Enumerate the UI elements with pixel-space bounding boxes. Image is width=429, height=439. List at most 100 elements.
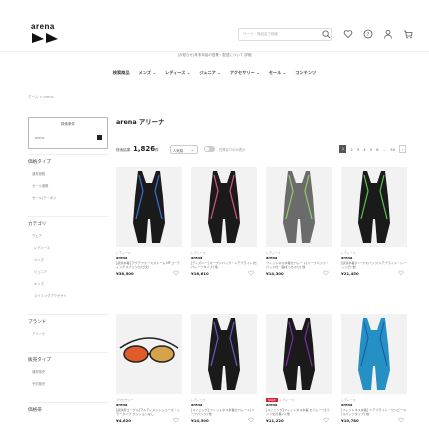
site-header: arena ワード・商品名で検索 ? bbox=[0, 0, 429, 52]
filter-option[interactable]: レディース bbox=[34, 245, 50, 250]
filter-option[interactable]: ジュニア bbox=[34, 269, 47, 274]
product-name[interactable]: [競泳水着] アクアフォースストーム MFコーティングスパッツ(ひざ丈) bbox=[116, 261, 182, 269]
product-card[interactable]: アクセサリー arena [競泳用ゴーグル]アルティメットシリーズ・ミラータイプ ク… bbox=[116, 314, 182, 423]
product-brand: arena bbox=[116, 403, 128, 407]
product-name[interactable]: フィットネス水着セパレート(ハーフパンツ・パッド付・脇ぽっちゃり) 他 bbox=[266, 261, 332, 269]
page-link[interactable]: 3 bbox=[357, 147, 359, 152]
favorite-heart-icon[interactable] bbox=[248, 270, 254, 276]
product-image-frame[interactable] bbox=[266, 167, 332, 247]
filter-option[interactable]: アリーナ bbox=[32, 331, 45, 336]
product-name[interactable]: [フィットネス水着] ニアブライト・ワンピース(スパッツタイプ) 他 bbox=[341, 408, 407, 416]
filter-option[interactable]: ウェア bbox=[32, 233, 42, 238]
page-link[interactable]: 5 bbox=[370, 147, 372, 152]
favorite-heart-icon[interactable] bbox=[323, 270, 329, 276]
product-image-frame[interactable] bbox=[116, 167, 182, 247]
cart-icon[interactable] bbox=[403, 29, 413, 39]
nav-item[interactable]: コンテンツ bbox=[295, 70, 316, 82]
product-image-frame[interactable] bbox=[116, 314, 182, 394]
product-image-frame[interactable] bbox=[191, 314, 257, 394]
page-link[interactable]: 30 bbox=[390, 147, 395, 152]
product-image bbox=[358, 318, 390, 390]
filter-section-title[interactable]: 価格タイプ bbox=[28, 159, 51, 165]
search-condition-title: 検索条件 bbox=[61, 122, 75, 126]
nav-item[interactable]: セール ⌄ bbox=[269, 70, 287, 82]
product-image bbox=[358, 171, 390, 243]
page-link: ... bbox=[382, 146, 387, 152]
favorite-heart-icon[interactable] bbox=[398, 417, 404, 423]
product-category: レディース bbox=[191, 398, 206, 402]
user-icon[interactable] bbox=[383, 29, 393, 39]
product-card[interactable]: レディース arena [競泳水着] アクアフォースストーム MFコーティングスパッ… bbox=[116, 167, 182, 276]
product-image bbox=[208, 171, 240, 243]
product-image bbox=[283, 171, 315, 243]
favorite-heart-icon[interactable] bbox=[173, 270, 179, 276]
nav-item[interactable]: レディース ⌄ bbox=[165, 70, 190, 82]
product-name[interactable]: [競泳水着]ハーフスパッツ(ニアブライト・レーシング) 他 bbox=[341, 261, 407, 269]
clear-condition-icon[interactable] bbox=[97, 135, 102, 140]
nav-item[interactable]: 検索商品 bbox=[113, 70, 130, 82]
nav-item[interactable]: アクセサリー ⌄ bbox=[230, 70, 260, 82]
search-input[interactable]: ワード・商品名で検索 bbox=[238, 28, 332, 41]
notice-banner[interactable]: [お知らせ]年末年始の営業・配送について 詳細 bbox=[0, 53, 429, 63]
product-image bbox=[208, 318, 240, 390]
product-category: レディース bbox=[266, 251, 281, 255]
sidebar-divider bbox=[28, 216, 108, 217]
product-card[interactable]: レディース arena [フィットネス水着] ニアブライト・ワンピース(スパッツタイ… bbox=[341, 314, 407, 423]
product-brand: arena bbox=[191, 256, 203, 260]
product-name[interactable]: [競泳用ゴーグル]アルティメットシリーズ・ミラータイプ クッションなし bbox=[116, 408, 182, 416]
breadcrumb[interactable]: ホーム > arena bbox=[28, 95, 54, 100]
header-icons: ? bbox=[343, 29, 413, 39]
product-brand: arena bbox=[266, 256, 278, 260]
product-category: アクセサリー bbox=[116, 398, 134, 402]
product-card[interactable]: SALE レディース arena [スイミング]フィットネス水着 セパレーツ(パンツ丈… bbox=[266, 314, 332, 423]
product-image-frame[interactable] bbox=[341, 167, 407, 247]
filter-section-title[interactable]: 価格帯 bbox=[28, 407, 42, 413]
help-icon[interactable]: ? bbox=[363, 29, 373, 39]
logo-mark-icon bbox=[32, 33, 58, 43]
filter-option[interactable]: 通常価格 bbox=[32, 171, 45, 176]
filter-section-title[interactable]: 販売タイプ bbox=[28, 357, 51, 363]
in-stock-toggle[interactable] bbox=[204, 146, 215, 152]
product-image-frame[interactable] bbox=[341, 314, 407, 394]
nav-item[interactable]: ジュニア ⌄ bbox=[199, 70, 220, 82]
nav-item[interactable]: メンズ ⌄ bbox=[139, 70, 156, 82]
product-name[interactable]: [スイミング]フィットネス水着 セパレーツ(パンツ丈の長い) 他 bbox=[266, 408, 332, 416]
favorite-heart-icon[interactable] bbox=[248, 417, 254, 423]
sort-select[interactable]: 人気順 ⌄ bbox=[170, 145, 198, 154]
filter-option[interactable]: メンズ bbox=[34, 257, 44, 262]
page-link[interactable]: 2 bbox=[350, 147, 352, 152]
product-card[interactable]: レディース arena フィットネス水着セパレート(ハーフパンツ・パッド付・脇ぽっち… bbox=[266, 167, 332, 276]
product-name[interactable]: [スイミング] フィットネス水着セパレート(ハーフパンツ) 他 bbox=[191, 408, 257, 416]
product-name[interactable]: [ディズニー] オープンバック・ニアブライト(セパレーツタイプ) 他 bbox=[191, 261, 257, 269]
product-image-frame[interactable] bbox=[266, 314, 332, 394]
filter-section-title[interactable]: カテゴリ bbox=[28, 221, 46, 227]
page-link[interactable]: 6 bbox=[376, 147, 378, 152]
sidebar-divider bbox=[28, 352, 108, 353]
favorite-heart-icon[interactable] bbox=[323, 417, 329, 423]
product-card[interactable]: レディース arena [競泳水着]ハーフスパッツ(ニアブライト・レーシング) 他 ¥… bbox=[341, 167, 407, 276]
filter-option[interactable]: セール価格 bbox=[32, 183, 48, 188]
filter-option[interactable]: スイミングアクセサリ bbox=[34, 293, 67, 298]
page-link[interactable]: 1 bbox=[339, 145, 347, 153]
next-page-button[interactable]: › bbox=[399, 145, 406, 153]
search-condition-value: arena bbox=[35, 136, 45, 140]
product-card[interactable]: レディース arena [ディズニー] オープンバック・ニアブライト(セパレーツタイ… bbox=[191, 167, 257, 276]
result-bar: 検索結果 1,826件 人気順 ⌄ 在庫ありのみ表示 1 2 3 4 5 6... 30 › bbox=[116, 145, 406, 155]
filter-option[interactable]: キッズ bbox=[34, 281, 44, 286]
product-category: SALE レディース bbox=[266, 398, 295, 402]
favorite-heart-icon[interactable] bbox=[173, 417, 179, 423]
heart-icon[interactable] bbox=[343, 29, 353, 39]
product-image-frame[interactable] bbox=[191, 167, 257, 247]
filter-option[interactable]: 通常販売 bbox=[32, 369, 45, 374]
page-link[interactable]: 4 bbox=[363, 147, 365, 152]
product-card[interactable]: レディース arena [スイミング] フィットネス水着セパレート(ハーフパンツ) … bbox=[191, 314, 257, 423]
filter-option[interactable]: セール/クーポン bbox=[32, 195, 56, 200]
search-condition-box[interactable]: 検索条件 arena bbox=[28, 117, 108, 149]
main-content: arena アリーナ 検索結果 1,826件 人気順 ⌄ 在庫ありのみ表示 123… bbox=[116, 117, 407, 423]
arena-logo[interactable]: arena bbox=[30, 22, 62, 44]
search-icon[interactable] bbox=[322, 30, 331, 39]
filter-section-title[interactable]: ブランド bbox=[28, 319, 46, 325]
filter-option[interactable]: 予約販売 bbox=[32, 381, 45, 386]
favorite-heart-icon[interactable] bbox=[398, 270, 404, 276]
product-image bbox=[283, 318, 315, 390]
